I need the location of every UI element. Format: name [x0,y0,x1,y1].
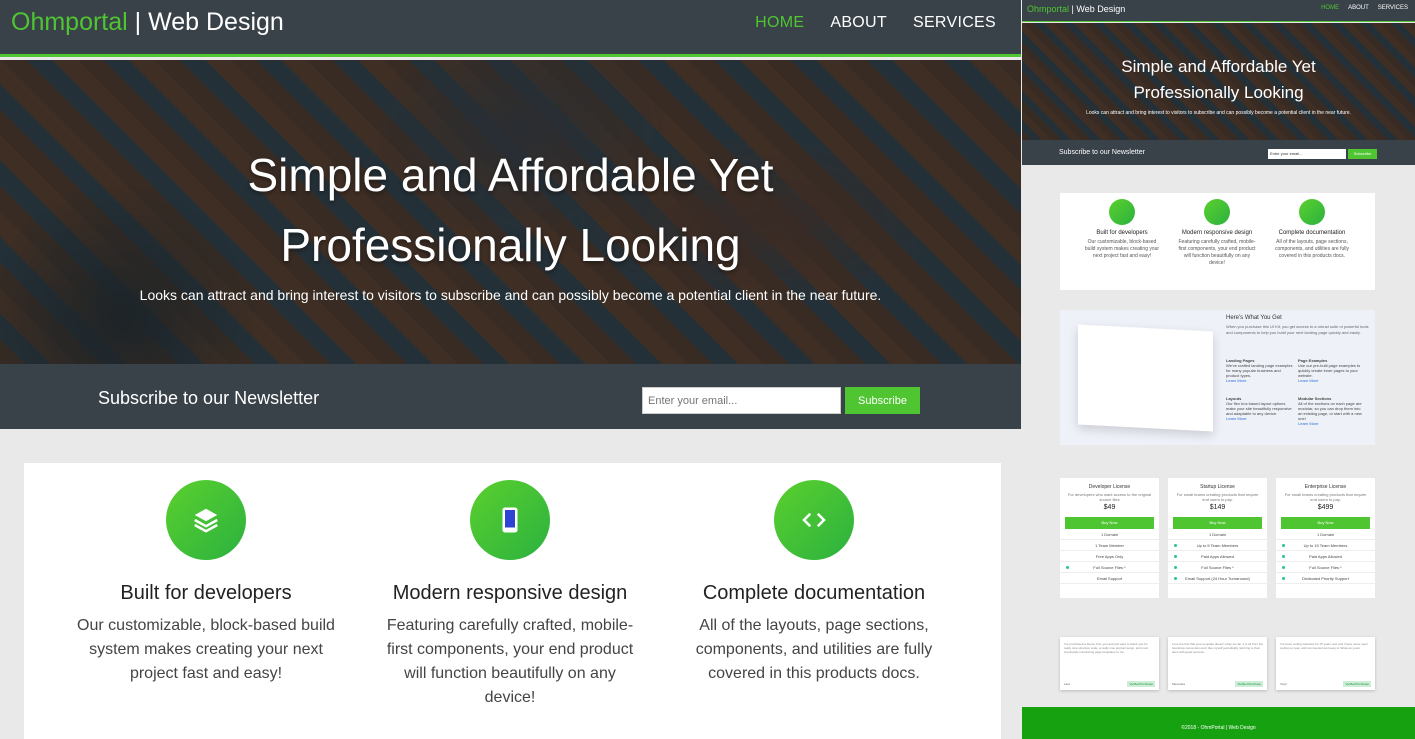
hero-banner: Simple and Affordable Yet Professionally… [0,60,1021,364]
mini-info-item: Page Examples Use our pre-built page exam… [1298,358,1361,383]
mini-hero-subtitle: Looks can attract and bring interest to … [1086,110,1351,116]
hero-title: Simple and Affordable Yet Professionally… [247,149,774,271]
verified-badge: Verified Purchase [1343,681,1371,687]
mini-features-section: Built for developers Our customizable, b… [1060,193,1375,290]
mini-feature-card: Modern responsive design Featuring caref… [1177,199,1257,267]
nav-menu: HOME ABOUT SERVICES [755,14,996,32]
features-section: Built for developers Our customizable, b… [24,463,1001,739]
mini-feature-card: Complete documentation All of the layout… [1272,199,1352,260]
mini-info-item: Modular Sections All of the sections on e… [1298,396,1362,426]
layers-icon [1109,199,1135,225]
feature-title: Built for developers [120,582,292,604]
feature-text: All of the layouts, page sections, compo… [695,617,933,682]
mini-testimonial-card: Love the fact that your template doesn't… [1168,637,1267,690]
mini-hero-title: Simple and Affordable Yet Professionally… [1121,57,1316,102]
nav-services-link[interactable]: SERVICES [913,14,996,32]
mini-footer: ©2018 - OhmPortal | Web Design [1022,707,1415,739]
mini-whats-included-section: Here's What You Get When you purchase th… [1060,310,1375,445]
mini-nav-menu: HOME ABOUT SERVICES [1321,5,1408,11]
feature-text: Our customizable, block-based build syst… [77,617,335,682]
feature-card: Complete documentation All of the layout… [684,480,944,686]
nav-about-link[interactable]: ABOUT [830,14,887,32]
email-input[interactable] [642,387,841,414]
feature-title: Complete documentation [702,582,926,604]
mini-info-item: Layouts Our flex box based layout options… [1226,396,1292,421]
code-icon [774,480,854,560]
layers-icon [166,480,246,560]
buy-now-button[interactable]: Buy Now [1065,517,1154,529]
hero-subtitle: Looks can attract and bring interest to … [139,287,882,303]
mobile-icon [1204,199,1230,225]
mini-email-input[interactable]: Enter your email... [1268,149,1346,159]
mini-nav-about-link[interactable]: ABOUT [1348,5,1369,11]
mini-nav-services-link[interactable]: SERVICES [1378,5,1408,11]
code-icon [1299,199,1325,225]
mini-brand-logo[interactable]: Ohmportal | Web Design [1027,4,1125,14]
newsletter-title: Subscribe to our Newsletter [98,388,320,408]
mini-subscribe-button[interactable]: Subscribe [1348,149,1377,159]
feature-text: Featuring carefully crafted, mobile-firs… [386,617,634,706]
mini-pricing-card: Enterprise License For small teams creat… [1276,478,1375,598]
mini-pricing-card: Startup License For small teams creating… [1168,478,1267,598]
mini-info-item: Landing Pages We've crafted landing page … [1226,358,1293,383]
mini-testimonial-card: I've been coding websites for 15 years n… [1276,637,1375,690]
mini-hero-banner: Simple and Affordable Yet Professionally… [1022,23,1415,140]
mobile-icon [470,480,550,560]
subscribe-button[interactable]: Subscribe [845,387,920,414]
mini-pricing-card: Developer License For developers who wan… [1060,478,1159,598]
device-mockup-image [1078,324,1213,432]
feature-card: Built for developers Our customizable, b… [76,480,336,686]
brand-logo[interactable]: Ohmportal | Web Design [11,8,284,37]
main-page-view: Ohmportal | Web Design HOME ABOUT SERVIC… [0,0,1021,739]
mini-navbar: Ohmportal | Web Design HOME ABOUT SERVIC… [1022,0,1415,22]
feature-title: Modern responsive design [392,582,628,604]
verified-badge: Verified Purchase [1235,681,1263,687]
nav-home-link[interactable]: HOME [755,14,804,32]
mini-feature-card: Built for developers Our customizable, b… [1082,199,1162,260]
mini-nav-home-link[interactable]: HOME [1321,5,1339,11]
mini-newsletter-title: Subscribe to our Newsletter [1059,149,1145,156]
buy-now-button[interactable]: Buy Now [1281,517,1370,529]
newsletter-section: Subscribe to our Newsletter Subscribe [0,364,1021,429]
full-page-preview: Ohmportal | Web Design HOME ABOUT SERVIC… [1021,0,1415,739]
mini-newsletter-section: Subscribe to our Newsletter Enter your e… [1022,140,1415,165]
buy-now-button[interactable]: Buy Now [1173,517,1262,529]
navbar: Ohmportal | Web Design HOME ABOUT SERVIC… [0,0,1021,57]
verified-badge: Verified Purchase [1127,681,1155,687]
feature-card: Modern responsive design Featuring caref… [380,480,640,710]
mini-testimonial-card: I've purchased a theme from you and just… [1060,637,1159,690]
